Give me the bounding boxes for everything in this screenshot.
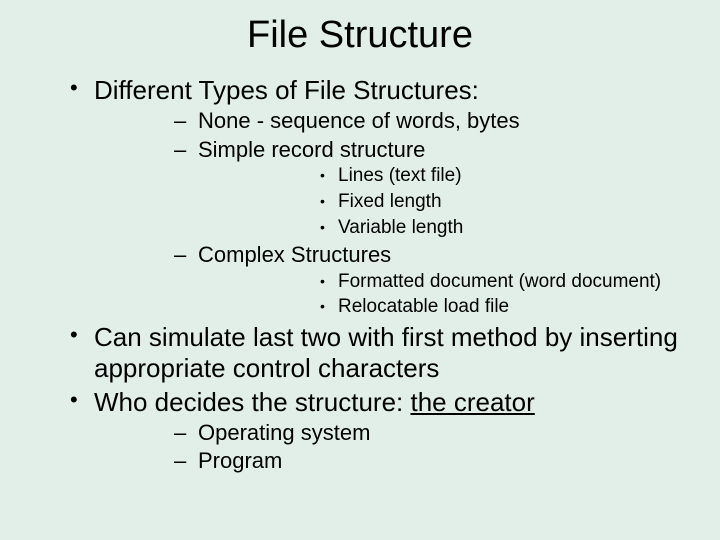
bullet-text: Different Types of File Structures: (94, 75, 479, 105)
bullet-complex-structures: Complex Structures Formatted document (w… (94, 241, 690, 320)
bullet-list-level3: Lines (text file) Fixed length Variable … (198, 164, 690, 240)
bullet-list-level2: None - sequence of words, bytes Simple r… (94, 107, 690, 320)
bullet-simple-record: Simple record structure Lines (text file… (94, 136, 690, 241)
bullet-variable-length: Variable length (198, 216, 690, 241)
bullet-lines: Lines (text file) (198, 164, 690, 189)
bullet-formatted-doc: Formatted document (word document) (198, 270, 690, 295)
bullet-text: Simple record structure (198, 137, 425, 162)
bullet-types-heading: Different Types of File Structures: None… (30, 75, 690, 320)
slide: File Structure Different Types of File S… (0, 0, 720, 540)
bullet-who-decides: Who decides the structure: the creator O… (30, 387, 690, 475)
bullet-relocatable: Relocatable load file (198, 295, 690, 320)
bullet-text: Complex Structures (198, 242, 391, 267)
bullet-list-level3: Formatted document (word document) Reloc… (198, 270, 690, 320)
slide-title: File Structure (30, 14, 690, 57)
bullet-program: Program (94, 447, 690, 475)
bullet-text-underlined: the creator (410, 387, 534, 417)
bullet-simulate: Can simulate last two with first method … (30, 322, 690, 384)
bullet-os: Operating system (94, 419, 690, 447)
bullet-list-level2: Operating system Program (94, 419, 690, 475)
bullet-none: None - sequence of words, bytes (94, 107, 690, 135)
bullet-text-prefix: Who decides the structure: (94, 387, 410, 417)
bullet-fixed-length: Fixed length (198, 190, 690, 215)
bullet-list-level1: Different Types of File Structures: None… (30, 75, 690, 475)
